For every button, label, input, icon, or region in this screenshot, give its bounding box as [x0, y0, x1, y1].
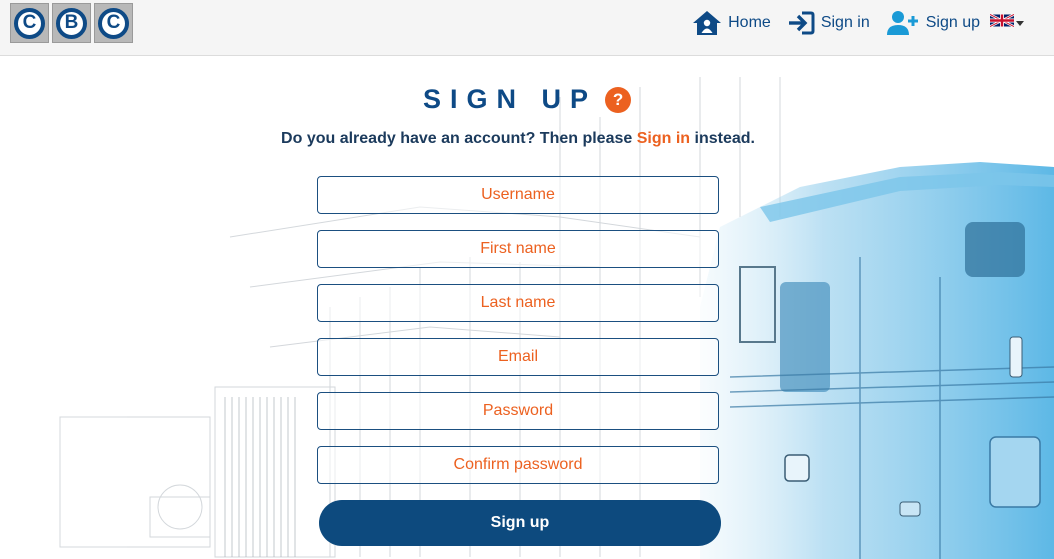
username-input[interactable] [317, 176, 719, 214]
nav-sign-up-link[interactable]: Sign up [886, 10, 980, 36]
nav-sign-up-label: Sign up [925, 14, 980, 31]
home-icon [692, 10, 722, 36]
uk-flag-icon [989, 13, 1015, 33]
confirm-password-input[interactable] [317, 446, 719, 484]
nav-home-link[interactable]: Home [692, 10, 771, 36]
language-dropdown[interactable] [989, 13, 1024, 33]
title-row: SIGN UP ? [0, 84, 1054, 115]
nav-home-label: Home [728, 14, 771, 31]
sign-in-prompt-text: Do you already have an account? Then ple… [281, 130, 637, 147]
nav-links: Home Sign in Sign up [676, 0, 1024, 46]
help-icon[interactable]: ? [605, 86, 632, 113]
last-name-input[interactable] [317, 284, 719, 322]
logo-letter: B [56, 7, 87, 39]
nav-sign-in-link[interactable]: Sign in [787, 11, 870, 35]
sign-in-icon [787, 11, 815, 35]
page-title: SIGN UP [422, 84, 598, 114]
cbc-logo[interactable]: C B C [10, 3, 133, 43]
logo-letter: C [98, 7, 129, 39]
logo-tile: C [94, 3, 133, 43]
nav-sign-in-label: Sign in [820, 14, 870, 31]
logo-tile: C [10, 3, 49, 43]
sign-up-submit-button[interactable]: Sign up [319, 500, 721, 546]
logo-letter: C [14, 7, 45, 39]
sign-in-prompt: Do you already have an account? Then ple… [0, 130, 1036, 148]
first-name-input[interactable] [317, 230, 719, 268]
email-input[interactable] [317, 338, 719, 376]
user-plus-icon [886, 10, 920, 36]
sign-in-link[interactable]: Sign in [637, 130, 690, 147]
sign-up-form [317, 176, 719, 500]
top-navbar: C B C Home Sign in Sign up [0, 0, 1054, 56]
password-input[interactable] [317, 392, 719, 430]
chevron-down-icon [1016, 20, 1024, 26]
logo-tile: B [52, 3, 91, 43]
sign-in-prompt-suffix: instead. [690, 130, 755, 147]
